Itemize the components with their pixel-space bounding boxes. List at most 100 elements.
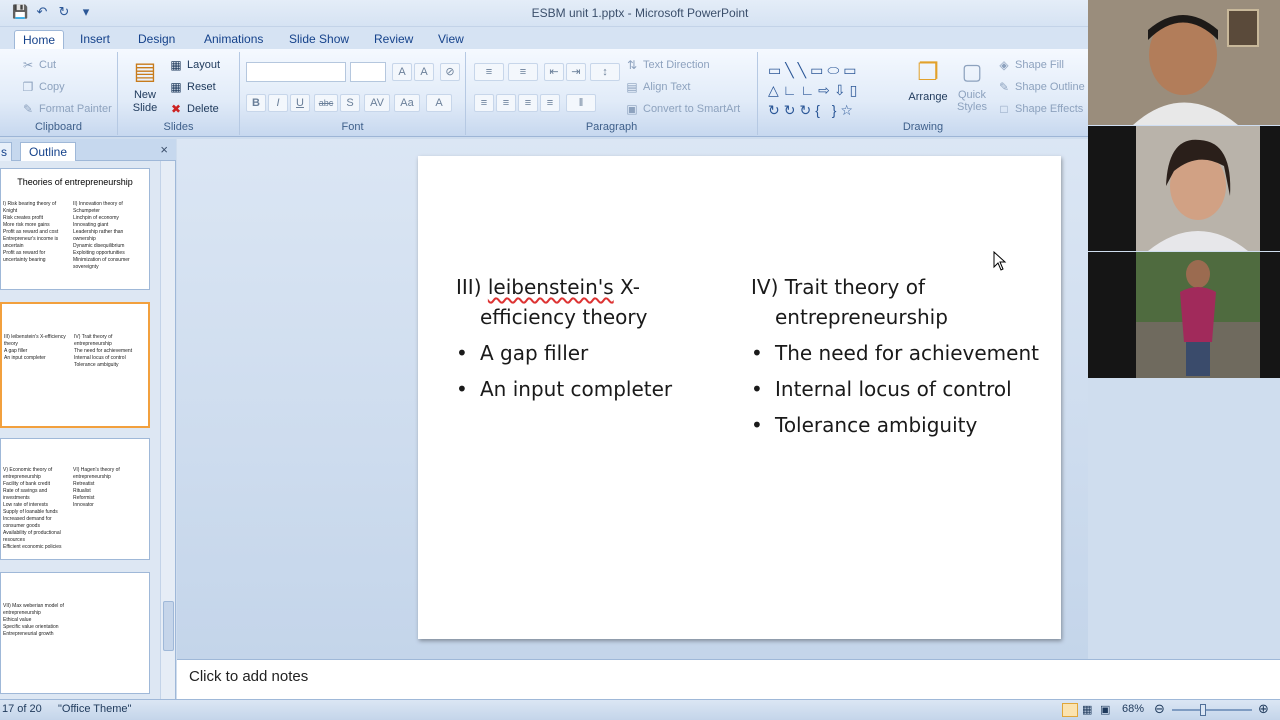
pen-icon: ✎	[998, 80, 1010, 94]
slide-thumbnail[interactable]: V) Economic theory of entrepreneurship F…	[0, 438, 150, 560]
left-text-box[interactable]: III) leibenstein's X-efficiency theory A…	[456, 272, 726, 404]
cut-button[interactable]: ✂ Cut	[20, 57, 56, 73]
clear-format-icon[interactable]: ⊘	[440, 63, 460, 81]
scrollbar-thumb[interactable]	[163, 601, 174, 651]
strikethrough-button[interactable]: abc	[314, 94, 338, 112]
smartart-icon: ▣	[626, 102, 638, 116]
list-item: A gap filler	[456, 338, 726, 368]
zoom-in-icon[interactable]: ⊕	[1258, 701, 1269, 717]
text-direction-button[interactable]: ⇅ Text Direction	[624, 57, 710, 73]
zoom-level[interactable]: 68%	[1122, 703, 1144, 715]
tab-slides[interactable]: s	[0, 142, 12, 161]
slide-counter: 17 of 20	[2, 703, 42, 715]
thumb-left-col: III) leibenstein's X-efficiency theory A…	[4, 334, 66, 361]
paragraph-group: ≡ ≡ ⇤ ⇥ ↕ ≡ ≡ ≡ ≡ ‖ ⇅ Text Direction ▤ Ali…	[466, 52, 758, 135]
slide-thumbnail-selected[interactable]: III) leibenstein's X-efficiency theory A…	[0, 302, 150, 428]
delete-button[interactable]: ✖ Delete	[168, 101, 219, 117]
align-text-button[interactable]: ▤ Align Text	[624, 79, 690, 95]
italic-button[interactable]: I	[268, 94, 288, 112]
slide-sorter-icon[interactable]: ▦	[1082, 703, 1092, 716]
participant-video-icon	[1088, 252, 1280, 378]
copy-button[interactable]: ❐ Copy	[20, 79, 65, 95]
list-item: The need for achievement	[751, 338, 1041, 368]
drawing-group: ▭╲╲▭⬭▭ △∟∟⇨⇩▯ ↻↻↻{ }☆ ❐ Arrange ▢ Quick St…	[758, 52, 1088, 135]
tab-design[interactable]: Design	[130, 30, 183, 50]
notes-pane[interactable]: Click to add notes	[177, 659, 1280, 699]
line-spacing-icon[interactable]: ↕	[590, 63, 620, 81]
slide-canvas[interactable]: III) leibenstein's X-efficiency theory A…	[418, 156, 1061, 639]
align-text-icon: ▤	[626, 80, 638, 94]
decrease-indent-icon[interactable]: ⇤	[544, 63, 564, 81]
font-group: A A ⊘ B I U abc S AV Aa A Font	[240, 52, 466, 135]
change-case-button[interactable]: Aa	[394, 94, 420, 112]
char-spacing-button[interactable]: AV	[364, 94, 390, 112]
columns-icon[interactable]: ‖	[566, 94, 596, 112]
quick-styles-button[interactable]: ▢ Quick Styles	[954, 58, 990, 113]
pane-scrollbar[interactable]	[160, 161, 175, 699]
increase-indent-icon[interactable]: ⇥	[566, 63, 586, 81]
zoom-out-icon[interactable]: ⊖	[1154, 701, 1165, 717]
tab-insert[interactable]: Insert	[72, 30, 118, 50]
thumb-right-col: II) Innovation theory of Schumpeter Linc…	[73, 201, 130, 270]
underline-button[interactable]: U	[290, 94, 310, 112]
brush-icon: ✎	[22, 102, 34, 116]
slides-pane: s Outline × Theories of entrepreneurship…	[0, 139, 176, 699]
clipboard-label: Clipboard	[34, 121, 83, 133]
font-name-input[interactable]	[246, 62, 346, 82]
normal-view-icon[interactable]	[1062, 703, 1078, 717]
pane-tabs: s Outline ×	[0, 139, 176, 161]
zoom-slider-thumb[interactable]	[1200, 704, 1206, 716]
shape-effects-button[interactable]: □ Shape Effects	[996, 101, 1083, 117]
align-left-icon[interactable]: ≡	[474, 94, 494, 112]
slide-thumbnail[interactable]: VII) Max weberian model of entrepreneurs…	[0, 572, 150, 694]
left-bullet-list: A gap filler An input completer	[456, 338, 726, 404]
delete-icon: ✖	[170, 102, 182, 116]
effects-icon: □	[1000, 102, 1008, 116]
participant-video-icon	[1088, 126, 1280, 251]
video-tile-participant-2	[1088, 126, 1280, 251]
right-text-box[interactable]: IV) Trait theory of entrepreneurship The…	[751, 272, 1041, 440]
arrange-icon: ❐	[917, 59, 939, 86]
grow-font-icon[interactable]: A	[392, 63, 412, 81]
shadow-button[interactable]: S	[340, 94, 360, 112]
new-slide-button[interactable]: ▤ New Slide	[126, 58, 164, 115]
layout-button[interactable]: ▦ Layout	[168, 57, 220, 73]
justify-icon[interactable]: ≡	[540, 94, 560, 112]
thumb-left-col: V) Economic theory of entrepreneurship F…	[3, 467, 62, 550]
reset-button[interactable]: ▦ Reset	[168, 79, 215, 95]
bullets-icon[interactable]: ≡	[474, 63, 504, 81]
video-tile-participant-1	[1088, 0, 1280, 125]
slideshow-view-icon[interactable]: ▣	[1100, 703, 1110, 716]
format-painter-button[interactable]: ✎ Format Painter	[20, 101, 112, 117]
thumb-right-col: IV) Trait theory of entrepreneurship The…	[74, 334, 133, 368]
arrange-button[interactable]: ❐ Arrange	[906, 58, 950, 103]
shape-outline-button[interactable]: ✎ Shape Outline	[996, 79, 1085, 95]
shrink-font-icon[interactable]: A	[414, 63, 434, 81]
shapes-gallery[interactable]: ▭╲╲▭⬭▭ △∟∟⇨⇩▯ ↻↻↻{ }☆	[768, 60, 898, 118]
convert-smartart-button[interactable]: ▣ Convert to SmartArt	[624, 101, 740, 117]
zoom-slider[interactable]	[1172, 709, 1252, 711]
slide-thumbnail[interactable]: Theories of entrepreneurship I) Risk bea…	[0, 168, 150, 290]
participant-video-icon	[1088, 0, 1280, 125]
tab-view[interactable]: View	[430, 30, 472, 50]
right-bullet-list: The need for achievement Internal locus …	[751, 338, 1041, 440]
drawing-label: Drawing	[902, 121, 944, 133]
font-size-input[interactable]	[350, 62, 386, 82]
numbering-icon[interactable]: ≡	[508, 63, 538, 81]
tab-outline[interactable]: Outline	[20, 142, 77, 161]
text-direction-icon: ⇅	[626, 58, 638, 72]
tab-review[interactable]: Review	[366, 30, 421, 50]
tab-animations[interactable]: Animations	[196, 30, 271, 50]
tab-slide-show[interactable]: Slide Show	[281, 30, 357, 50]
reset-icon: ▦	[170, 80, 182, 94]
shape-fill-button[interactable]: ◈ Shape Fill	[996, 57, 1064, 73]
tab-home[interactable]: Home	[14, 30, 65, 51]
align-right-icon[interactable]: ≡	[518, 94, 538, 112]
thumb-left-col: I) Risk bearing theory of Knight Risk cr…	[3, 201, 59, 263]
font-label: Font	[341, 121, 364, 133]
bold-button[interactable]: B	[246, 94, 266, 112]
quick-styles-icon: ▢	[961, 59, 983, 84]
close-icon[interactable]: ×	[160, 142, 168, 157]
align-center-icon[interactable]: ≡	[496, 94, 516, 112]
font-color-button[interactable]: A	[426, 94, 452, 112]
